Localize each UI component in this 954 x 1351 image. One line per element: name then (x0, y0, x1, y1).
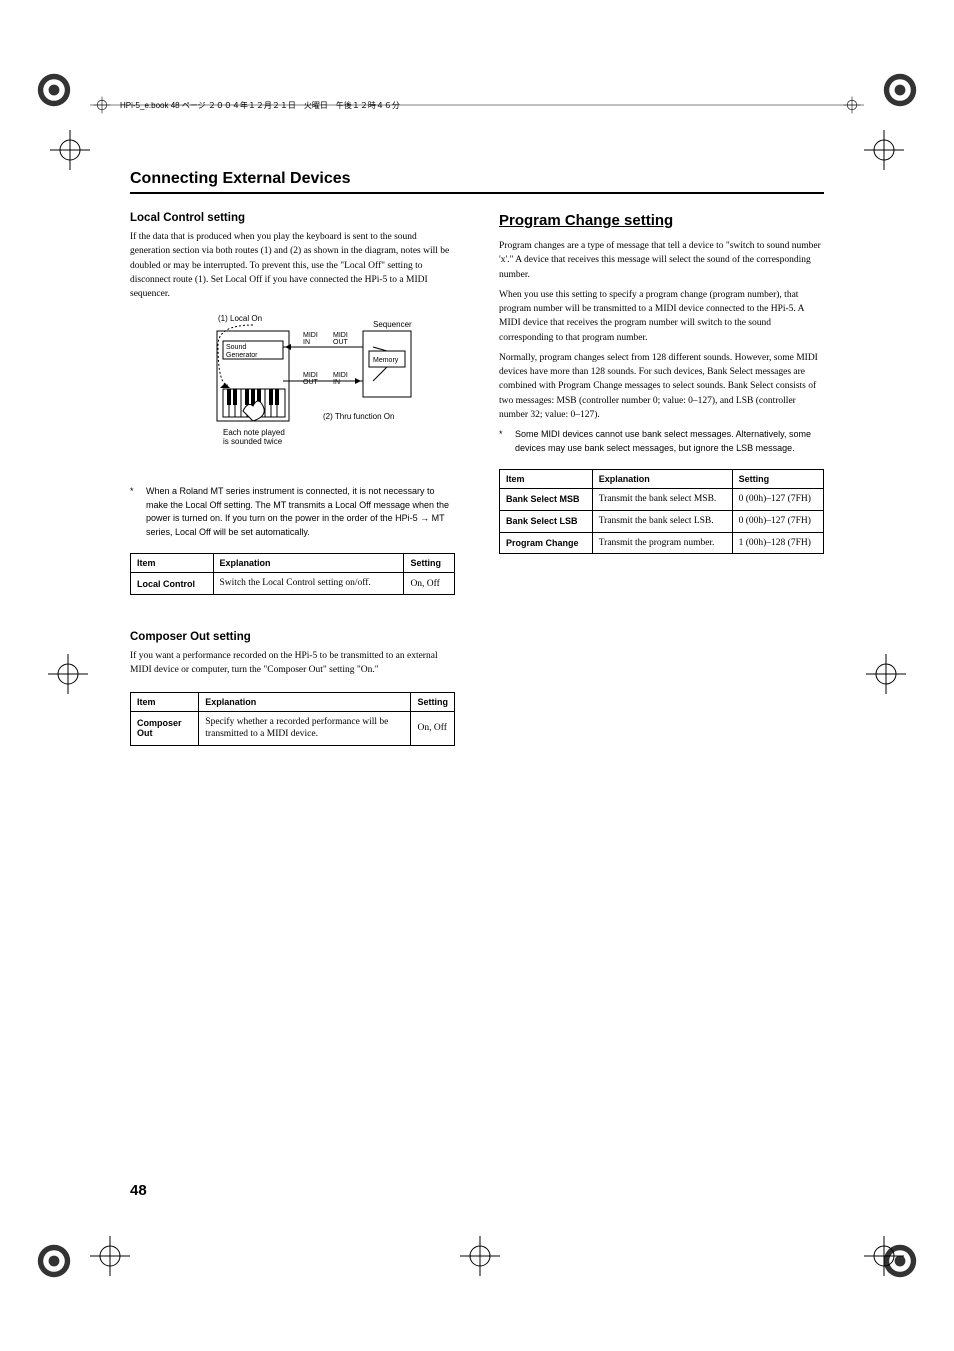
register-mark-bl (36, 1243, 72, 1279)
diag-midi-in-bot: MIDI (333, 372, 348, 379)
composer-out-para: If you want a performance recorded on th… (130, 649, 455, 678)
crop-mark-top-right (864, 130, 904, 170)
table-row: Program Change Transmit the program numb… (500, 532, 824, 554)
td-setting: On, Off (404, 573, 455, 595)
local-control-table: Item Explanation Setting Local Control S… (130, 553, 455, 595)
table-row: Bank Select MSB Transmit the bank select… (500, 489, 824, 511)
register-mark-tr (882, 72, 918, 108)
td-explanation: Switch the Local Control setting on/off. (213, 573, 404, 595)
diag-each1: Each note played (223, 428, 285, 437)
section-title: Connecting External Devices (130, 170, 824, 194)
right-column: Program Change setting Program changes a… (499, 212, 824, 746)
diag-each2: is sounded twice (223, 437, 283, 446)
table-row: Local Control Switch the Local Control s… (131, 573, 455, 595)
crop-mark-bottom-center (460, 1236, 500, 1276)
content-area: Connecting External Devices Local Contro… (130, 170, 824, 746)
crop-mark-right (866, 654, 906, 694)
local-control-footnote-text: When a Roland MT series instrument is co… (146, 485, 455, 539)
td-item: Bank Select LSB (500, 510, 593, 532)
composer-out-table: Item Explanation Setting Composer Out Sp… (130, 692, 455, 747)
asterisk-icon: * (130, 485, 146, 539)
td-setting: 0 (00h)–127 (7FH) (732, 510, 823, 532)
th-setting: Setting (732, 470, 823, 489)
diag-label-local-on: (1) Local On (218, 314, 262, 323)
page: HPi-5_e.book 48 ページ ２００４年１２月２１日 火曜日 午後１２… (0, 0, 954, 1351)
td-setting: 0 (00h)–127 (7FH) (732, 489, 823, 511)
svg-text:OUT: OUT (303, 379, 319, 386)
svg-text:IN: IN (303, 339, 310, 346)
header-cross-right-icon (840, 93, 864, 117)
crop-mark-left (48, 654, 88, 694)
th-item: Item (131, 692, 199, 711)
crop-mark-bottom-left (90, 1236, 130, 1276)
diag-seq: Sequencer (373, 320, 412, 329)
svg-text:OUT: OUT (333, 339, 349, 346)
th-item: Item (131, 554, 214, 573)
td-item: Local Control (131, 573, 214, 595)
td-item: Bank Select MSB (500, 489, 593, 511)
program-change-para2: When you use this setting to specify a p… (499, 288, 824, 345)
td-setting: 1 (00h)–128 (7FH) (732, 532, 823, 554)
program-change-footnote-text: Some MIDI devices cannot use bank select… (515, 428, 824, 455)
asterisk-icon: * (499, 428, 515, 455)
diag-label-sound-gen-2: Generator (226, 352, 258, 359)
td-explanation: Transmit the program number. (592, 532, 732, 554)
td-setting: On, Off (411, 711, 455, 746)
table-row: Bank Select LSB Transmit the bank select… (500, 510, 824, 532)
td-item: Composer Out (131, 711, 199, 746)
table-row: Composer Out Specify whether a recorded … (131, 711, 455, 746)
page-header-rule: HPi-5_e.book 48 ページ ２００４年１２月２１日 火曜日 午後１２… (90, 92, 864, 118)
th-explanation: Explanation (213, 554, 404, 573)
left-column: Local Control setting If the data that i… (130, 212, 455, 746)
td-explanation: Transmit the bank select LSB. (592, 510, 732, 532)
program-change-para3: Normally, program changes select from 12… (499, 351, 824, 422)
program-change-heading: Program Change setting (499, 212, 824, 229)
td-item: Program Change (500, 532, 593, 554)
diag-memory: Memory (373, 357, 399, 364)
crop-mark-bottom-right (864, 1236, 904, 1276)
td-explanation: Transmit the bank select MSB. (592, 489, 732, 511)
table-header-row: Item Explanation Setting (500, 470, 824, 489)
crop-mark-top-left (50, 130, 90, 170)
composer-out-heading: Composer Out setting (130, 631, 455, 643)
header-text: HPi-5_e.book 48 ページ ２００４年１２月２１日 火曜日 午後１２… (114, 100, 400, 111)
th-setting: Setting (411, 692, 455, 711)
table-header-row: Item Explanation Setting (131, 554, 455, 573)
local-control-diagram: (1) Local On Sound Generator MIDI IN MID… (173, 311, 413, 473)
local-control-para: If the data that is produced when you pl… (130, 230, 455, 301)
diag-thru: (2) Thru function On (323, 412, 394, 421)
program-change-para1: Program changes are a type of message th… (499, 239, 824, 282)
svg-text:IN: IN (333, 379, 340, 386)
program-change-table: Item Explanation Setting Bank Select MSB… (499, 469, 824, 554)
th-explanation: Explanation (592, 470, 732, 489)
diag-midi-in-top: MIDI (303, 332, 318, 339)
diag-midi-out-top: MIDI (333, 332, 348, 339)
local-control-footnote: * When a Roland MT series instrument is … (130, 485, 455, 539)
two-column-layout: Local Control setting If the data that i… (130, 212, 824, 746)
th-item: Item (500, 470, 593, 489)
th-setting: Setting (404, 554, 455, 573)
diag-label-sound-gen-1: Sound (226, 344, 246, 351)
table-header-row: Item Explanation Setting (131, 692, 455, 711)
header-cross-left-icon: HPi-5_e.book 48 ページ ２００４年１２月２１日 火曜日 午後１２… (90, 93, 400, 117)
th-explanation: Explanation (199, 692, 411, 711)
program-change-footnote: * Some MIDI devices cannot use bank sele… (499, 428, 824, 455)
register-mark-tl (36, 72, 72, 108)
diag-midi-out-bot: MIDI (303, 372, 318, 379)
local-control-heading: Local Control setting (130, 212, 455, 224)
td-explanation: Specify whether a recorded performance w… (199, 711, 411, 746)
page-number: 48 (130, 1182, 147, 1199)
